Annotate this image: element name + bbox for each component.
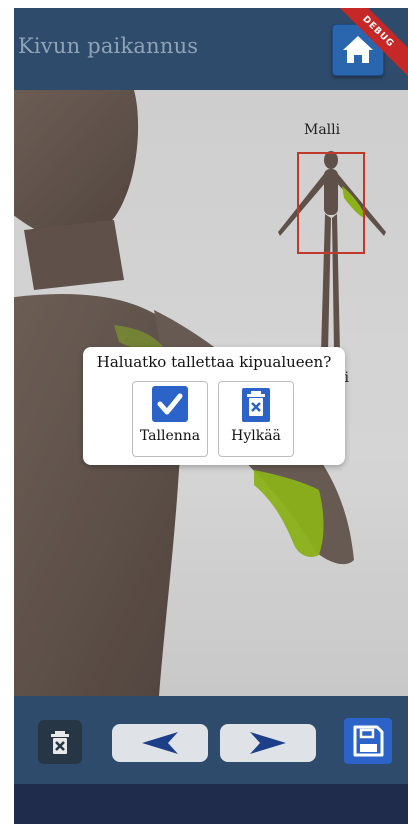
floppy-disk-icon bbox=[353, 725, 384, 757]
model-selection-box[interactable] bbox=[297, 152, 365, 254]
save-button-label: Tallenna bbox=[139, 428, 201, 444]
delete-button[interactable] bbox=[38, 720, 82, 764]
save-dialog: Haluatko tallettaa kipualueen? Tallenna … bbox=[83, 347, 345, 465]
check-icon bbox=[152, 386, 188, 422]
page-title: Kivun paikannus bbox=[18, 34, 199, 58]
system-navigation-bar bbox=[14, 784, 408, 824]
previous-button[interactable] bbox=[112, 724, 208, 762]
discard-button[interactable]: Hylkää bbox=[218, 381, 294, 457]
save-button[interactable]: Tallenna bbox=[132, 381, 208, 457]
trash-x-icon bbox=[51, 731, 69, 754]
arrow-right-icon bbox=[250, 732, 286, 754]
arrow-left-icon bbox=[142, 732, 178, 754]
app-screen: Kivun paikannus DEBUG Malli Haluatko tal… bbox=[14, 8, 408, 824]
trash-x-icon bbox=[242, 388, 270, 422]
discard-button-label: Hylkää bbox=[231, 428, 281, 444]
bottom-toolbar bbox=[14, 696, 408, 784]
next-button[interactable] bbox=[220, 724, 316, 762]
app-bar: Kivun paikannus DEBUG bbox=[14, 8, 408, 90]
dialog-title: Haluatko tallettaa kipualueen? bbox=[96, 353, 332, 371]
save-toolbar-button[interactable] bbox=[344, 718, 392, 764]
model-label: Malli bbox=[304, 122, 341, 138]
